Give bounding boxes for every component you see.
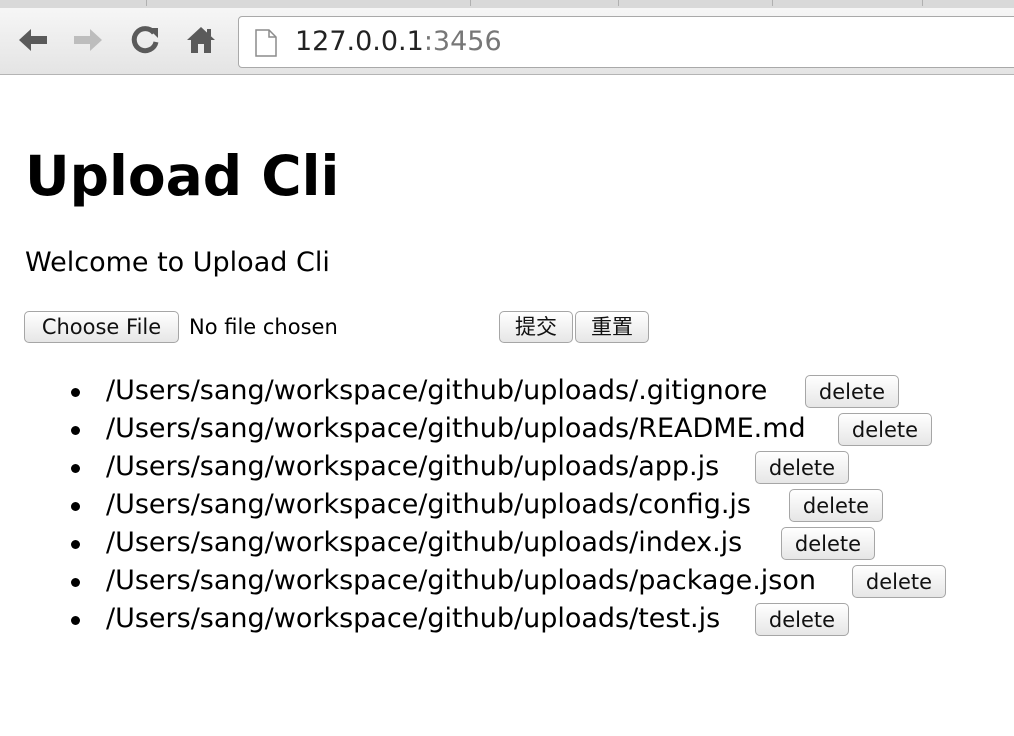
bullet <box>71 464 80 473</box>
forward-arrow-icon <box>74 29 102 51</box>
tab-divider <box>618 0 619 6</box>
bullet <box>71 502 80 511</box>
delete-button[interactable]: delete <box>755 451 849 484</box>
file-path: /Users/sang/workspace/github/uploads/.gi… <box>106 375 768 406</box>
delete-button[interactable]: delete <box>805 375 899 408</box>
page-title: Upload Cli <box>25 144 340 208</box>
delete-button[interactable]: delete <box>852 565 946 598</box>
file-path: /Users/sang/workspace/github/uploads/REA… <box>106 413 806 444</box>
url-host: 127.0.0.1 <box>295 26 424 57</box>
tab-strip <box>0 0 1014 8</box>
file-path: /Users/sang/workspace/github/uploads/pac… <box>106 565 816 596</box>
reload-button[interactable] <box>127 22 163 58</box>
choose-file-button[interactable]: Choose File <box>24 311 179 343</box>
bullet <box>71 616 80 625</box>
reset-button[interactable]: 重置 <box>575 311 649 343</box>
page-content: Upload Cli Welcome to Upload Cli Choose … <box>0 75 1014 736</box>
no-file-label: No file chosen <box>189 315 338 339</box>
bullet <box>71 540 80 549</box>
delete-button[interactable]: delete <box>781 527 875 560</box>
address-bar[interactable]: 127.0.0.1:3456 <box>238 16 1014 68</box>
browser-toolbar: 127.0.0.1:3456 <box>0 8 1014 75</box>
file-path: /Users/sang/workspace/github/uploads/ind… <box>106 527 743 558</box>
page-icon <box>255 29 277 61</box>
file-path: /Users/sang/workspace/github/uploads/con… <box>106 489 751 520</box>
tab-divider <box>146 0 147 6</box>
back-button[interactable] <box>15 22 51 58</box>
back-arrow-icon <box>19 29 47 51</box>
bullet <box>71 388 80 397</box>
forward-button[interactable] <box>70 22 106 58</box>
tab-divider <box>922 0 923 6</box>
welcome-text: Welcome to Upload Cli <box>25 247 330 278</box>
submit-button[interactable]: 提交 <box>499 311 573 343</box>
delete-button[interactable]: delete <box>755 603 849 636</box>
home-icon <box>187 27 215 53</box>
tab-divider <box>772 0 773 6</box>
file-path: /Users/sang/workspace/github/uploads/tes… <box>106 603 721 634</box>
tab-divider <box>470 0 471 6</box>
reload-icon <box>131 26 159 54</box>
delete-button[interactable]: delete <box>838 413 932 446</box>
delete-button[interactable]: delete <box>789 489 883 522</box>
home-button[interactable] <box>183 22 219 58</box>
bullet <box>71 578 80 587</box>
url-text: 127.0.0.1:3456 <box>295 26 502 58</box>
bullet <box>71 426 80 435</box>
url-port: :3456 <box>423 26 502 57</box>
file-path: /Users/sang/workspace/github/uploads/app… <box>106 451 720 482</box>
